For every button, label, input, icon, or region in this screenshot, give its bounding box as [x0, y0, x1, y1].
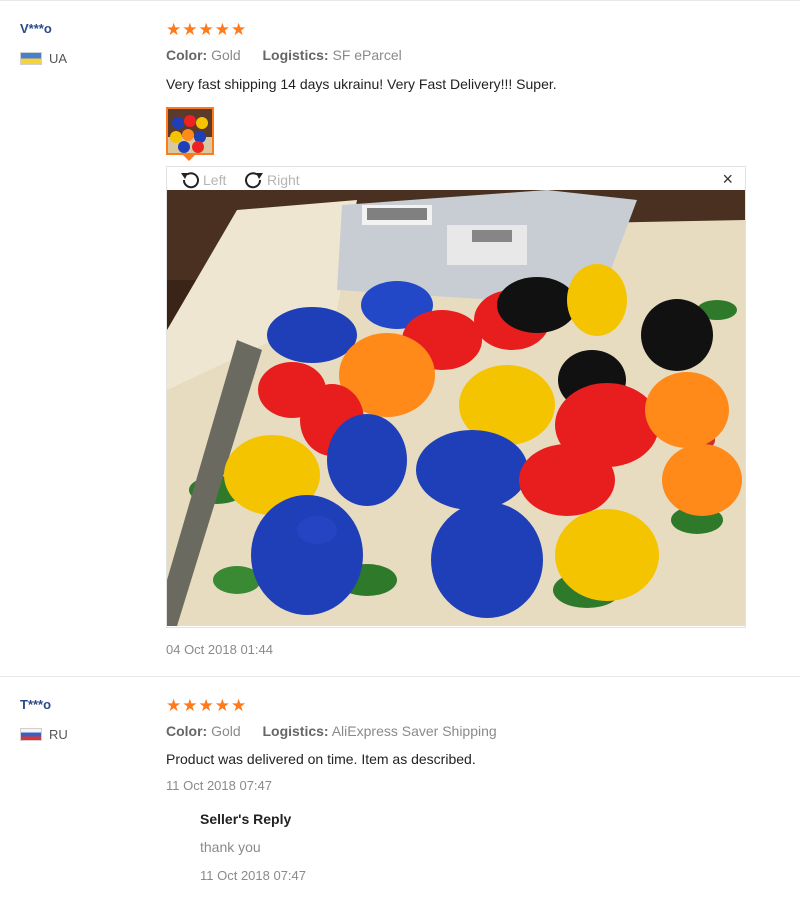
review-item: T***o RU ★ ★ ★ ★ ★ Color: Gold Logistics…	[0, 676, 800, 900]
star-rating: ★ ★ ★ ★ ★	[166, 697, 246, 714]
review-text: Very fast shipping 14 days ukrainu! Very…	[166, 76, 557, 92]
rotate-right-button[interactable]: Right	[243, 170, 300, 190]
color-value: Gold	[211, 723, 241, 739]
ukraine-flag-icon	[20, 52, 42, 65]
seller-reply-date: 11 Oct 2018 07:47	[200, 868, 307, 883]
rotate-left-label: Left	[203, 172, 227, 188]
country-code: RU	[49, 727, 68, 742]
color-label: Color:	[166, 47, 208, 63]
logistics-value: SF eParcel	[332, 47, 402, 63]
rotate-left-icon	[181, 172, 199, 189]
star-icon: ★	[166, 20, 182, 39]
rotate-right-label: Right	[267, 172, 300, 188]
logistics-label: Logistics:	[262, 47, 329, 63]
star-icon: ★	[231, 696, 247, 715]
star-icon: ★	[231, 20, 247, 39]
color-value: Gold	[211, 47, 241, 63]
seller-reply-title: Seller's Reply	[200, 811, 292, 827]
rotate-left-button[interactable]: Left	[179, 170, 226, 190]
star-icon: ★	[198, 20, 214, 39]
color-label: Color:	[166, 723, 208, 739]
close-icon[interactable]: ×	[722, 170, 733, 188]
star-rating: ★ ★ ★ ★ ★	[166, 21, 246, 38]
reviewer-country: RU	[20, 727, 68, 742]
review-photo-thumbnail[interactable]	[166, 107, 214, 155]
reviewer-name[interactable]: V***o	[20, 21, 52, 36]
viewer-toolbar: Left Right ×	[167, 167, 745, 191]
rotate-right-icon	[245, 172, 263, 189]
star-icon: ★	[166, 696, 182, 715]
star-icon: ★	[214, 696, 230, 715]
reviewer-country: UA	[20, 51, 67, 66]
review-text: Product was delivered on time. Item as d…	[166, 751, 476, 767]
review-photo	[167, 190, 745, 626]
photo-viewer: Left Right ×	[166, 166, 746, 628]
order-info: Color: Gold Logistics: SF eParcel	[166, 47, 402, 63]
reviewer-name[interactable]: T***o	[20, 697, 51, 712]
review-date: 04 Oct 2018 01:44	[166, 642, 273, 657]
star-icon: ★	[182, 20, 198, 39]
star-icon: ★	[214, 20, 230, 39]
review-date: 11 Oct 2018 07:47	[166, 778, 273, 793]
thumbnail-pointer	[182, 154, 196, 161]
seller-reply-text: thank you	[200, 839, 261, 855]
review-item: V***o UA ★ ★ ★ ★ ★ Color: Gold Logistics…	[0, 0, 800, 676]
order-info: Color: Gold Logistics: AliExpress Saver …	[166, 723, 497, 739]
russia-flag-icon	[20, 728, 42, 741]
country-code: UA	[49, 51, 68, 66]
logistics-label: Logistics:	[262, 723, 329, 739]
logistics-value: AliExpress Saver Shipping	[331, 723, 497, 739]
star-icon: ★	[182, 696, 198, 715]
star-icon: ★	[198, 696, 214, 715]
